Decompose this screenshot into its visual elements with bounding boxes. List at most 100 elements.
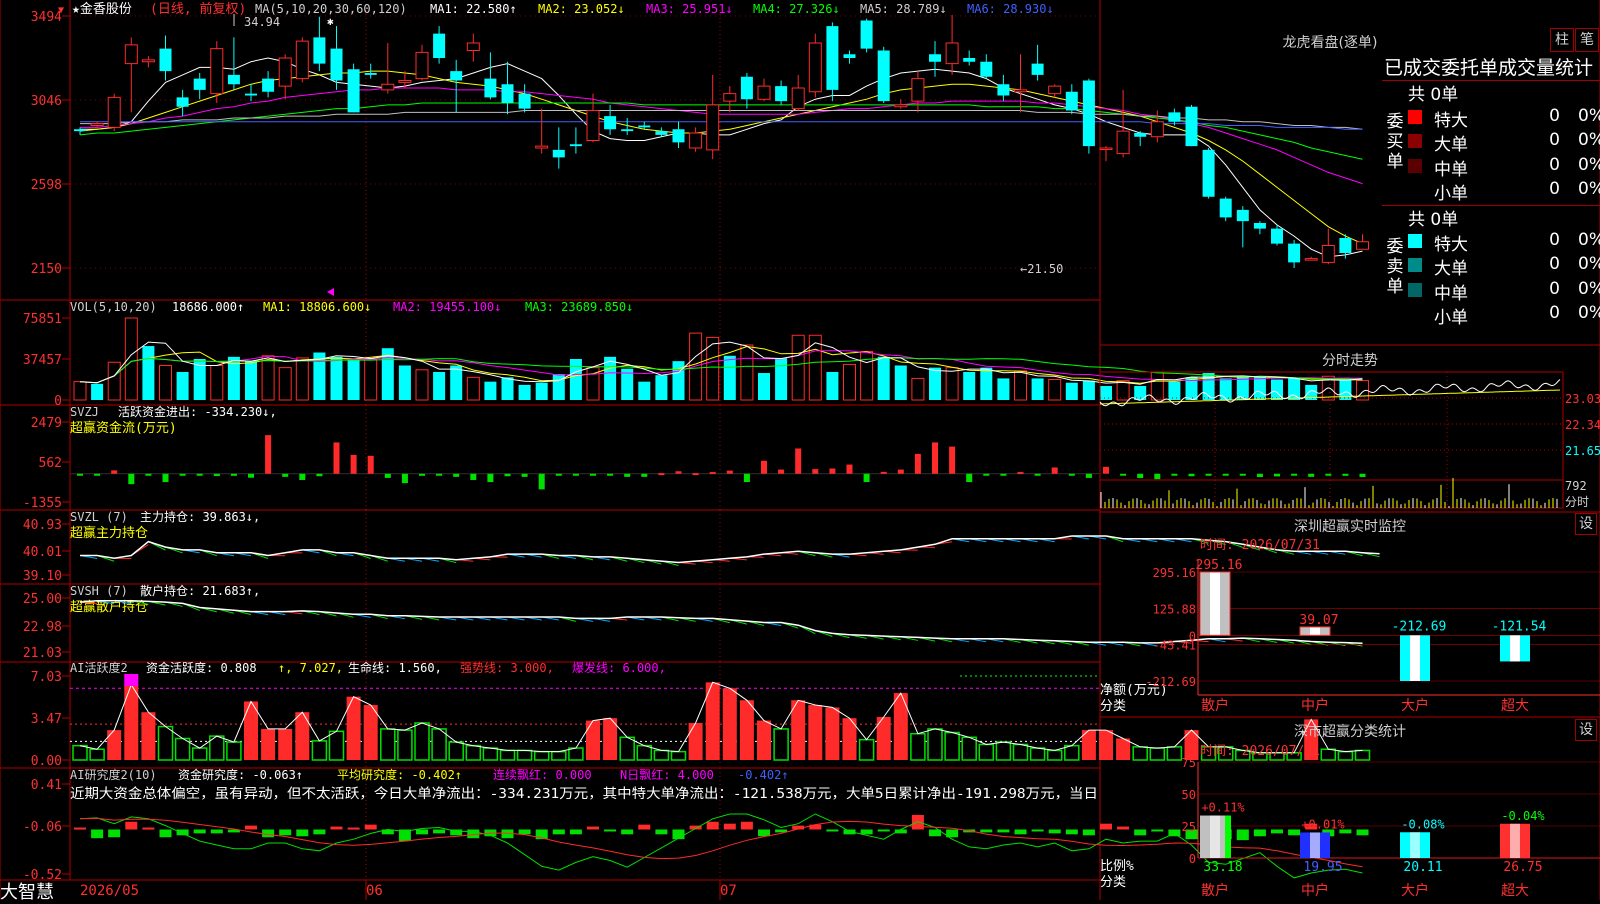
svzj-value: 活跃资金进出: -334.230↓, [118, 404, 277, 419]
sz-monitor-pane[interactable]: 时间: 2026/07/31 净额(万元) 分类 295.16125.880-4… [1100, 538, 1600, 714]
svzj-bar [1257, 474, 1263, 477]
volume-pane[interactable]: VOL(5,10,20) 18686.000↑ MA1: 18806.600↓ … [23, 300, 1369, 409]
sell-row-s: 小单00% [1408, 303, 1600, 327]
candle-body [895, 105, 907, 107]
sz-monitor-settings-button[interactable]: 设 [1575, 513, 1597, 535]
svzj-bar [710, 472, 716, 474]
ai2-bar [125, 822, 137, 830]
svzj-pane-tick: 562 [39, 456, 62, 471]
ai2-pane-tick: -0.06 [23, 820, 62, 835]
ai2-bar [142, 828, 154, 830]
svzj-bar [778, 470, 784, 474]
ai-research-pane[interactable]: AI研究度2(10) 资金研究度: -0.063↑ 平均研究度: -0.402↑… [23, 767, 1369, 883]
ai2-bar [553, 829, 565, 834]
price-tick: 3046 [31, 94, 62, 109]
svzj-bar [282, 474, 288, 477]
ai2-bar [1015, 829, 1027, 834]
ai2-bar [91, 829, 103, 838]
volume-bar [1254, 376, 1266, 400]
svzj-bar [949, 447, 955, 474]
ai1-a: 资金活跃度: 0.808 [146, 660, 257, 675]
intraday-vol-tick: 792 [1565, 479, 1587, 493]
candle-body [809, 43, 821, 92]
ai1-e: 爆发线: 6.000, [572, 660, 666, 675]
sz-stats-change: -0.04% [1501, 809, 1545, 823]
ai1-bar [1150, 748, 1164, 760]
main-chart[interactable]: ★金香股份 (日线, 前复权) MA(5,10,20,30,60,120) MA… [0, 0, 1600, 900]
svzj-bar [1103, 467, 1109, 474]
ai2-bar [604, 829, 616, 831]
volume-bar [433, 372, 445, 400]
tick-view-button[interactable]: 笔 [1575, 28, 1599, 52]
ai1-bar [90, 749, 104, 760]
candle-body [878, 51, 890, 102]
candle-body [1339, 238, 1351, 253]
candle-body [108, 97, 120, 127]
candle-body [1288, 244, 1300, 263]
buy-s-count: 0 [1540, 179, 1560, 199]
volume-bar [878, 357, 890, 400]
sz-stats-value: 19.95 [1303, 860, 1342, 875]
candle-body [587, 111, 599, 141]
candle-body [912, 79, 924, 102]
svzj-bar [641, 474, 647, 477]
volume-bar [502, 377, 514, 400]
ai1-bar [1014, 744, 1028, 760]
sz-stats-category: 中户 [1301, 882, 1329, 899]
sz-stats-bar-highlight [1310, 832, 1320, 858]
ai1-bar [1116, 738, 1130, 760]
candle-body [1203, 150, 1215, 197]
ai2-bar [758, 829, 770, 836]
ai1-bar [73, 746, 87, 760]
vol-pane-tick: 37457 [23, 353, 62, 368]
sz-monitor-value: 295.16 [1196, 558, 1243, 573]
svzj-pane[interactable]: SVZJ 活跃资金进出: -334.230↓, 超赢资金流(万元) 247956… [23, 404, 1366, 511]
svzj-bar [180, 474, 186, 476]
svzj-bar [419, 474, 425, 476]
volume-bar [177, 372, 189, 400]
candle-body [570, 144, 582, 146]
buy-m-pct: 0% [1578, 155, 1600, 175]
sell-xl-pct: 0% [1578, 230, 1600, 250]
svzj-bar [487, 474, 493, 482]
svzj-bar [983, 474, 989, 476]
sell-side-label: 委卖单 [1384, 237, 1406, 297]
ma-line-ma4 [80, 103, 1363, 159]
volume-bar [792, 335, 804, 400]
sell-total: 共 0单 [1408, 205, 1458, 230]
candle-body [1015, 90, 1027, 92]
ai1-bar [535, 752, 549, 760]
ai2-bar [416, 829, 428, 834]
ai2-bar [1271, 829, 1283, 833]
ai1-bar [586, 721, 600, 760]
ai1-pane-tick: 7.03 [31, 670, 62, 685]
volume-bar [673, 361, 685, 400]
sz-stats-pane[interactable]: 时间: 2026/07/31 比例% 分类 7550250+0.11%33.18… [1100, 744, 1600, 899]
ai1-bar [911, 734, 925, 760]
candle-body [125, 45, 137, 64]
column-view-button[interactable]: 柱 [1550, 28, 1574, 52]
candle-body [416, 52, 428, 78]
volume-bar [245, 361, 257, 400]
volume-bar [211, 365, 223, 400]
price-pane[interactable]: ★金香股份 (日线, 前复权) MA(5,10,20,30,60,120) MA… [31, 1, 1369, 296]
ai2-bar [655, 829, 667, 834]
candle-body [1134, 133, 1146, 137]
volume-bar [775, 358, 787, 400]
ai2-e: -0.402↑ [738, 768, 789, 782]
sz-stats-settings-button[interactable]: 设 [1575, 719, 1597, 741]
volume-bar [331, 357, 343, 400]
candle-body [142, 60, 154, 62]
ai2-bar [296, 829, 308, 836]
volume-bar [108, 362, 120, 400]
candle-body [1066, 92, 1078, 111]
buy-l-count: 0 [1540, 130, 1560, 150]
ai2-bar [878, 829, 890, 831]
svzj-bar [453, 474, 459, 477]
ai2-bar [1151, 829, 1163, 831]
high-annotation: 34.94 [244, 15, 280, 29]
svzj-bar [556, 474, 562, 476]
dropdown-icon: ▼ [58, 5, 64, 16]
svzj-bar [299, 474, 305, 480]
candle-body [673, 129, 685, 142]
